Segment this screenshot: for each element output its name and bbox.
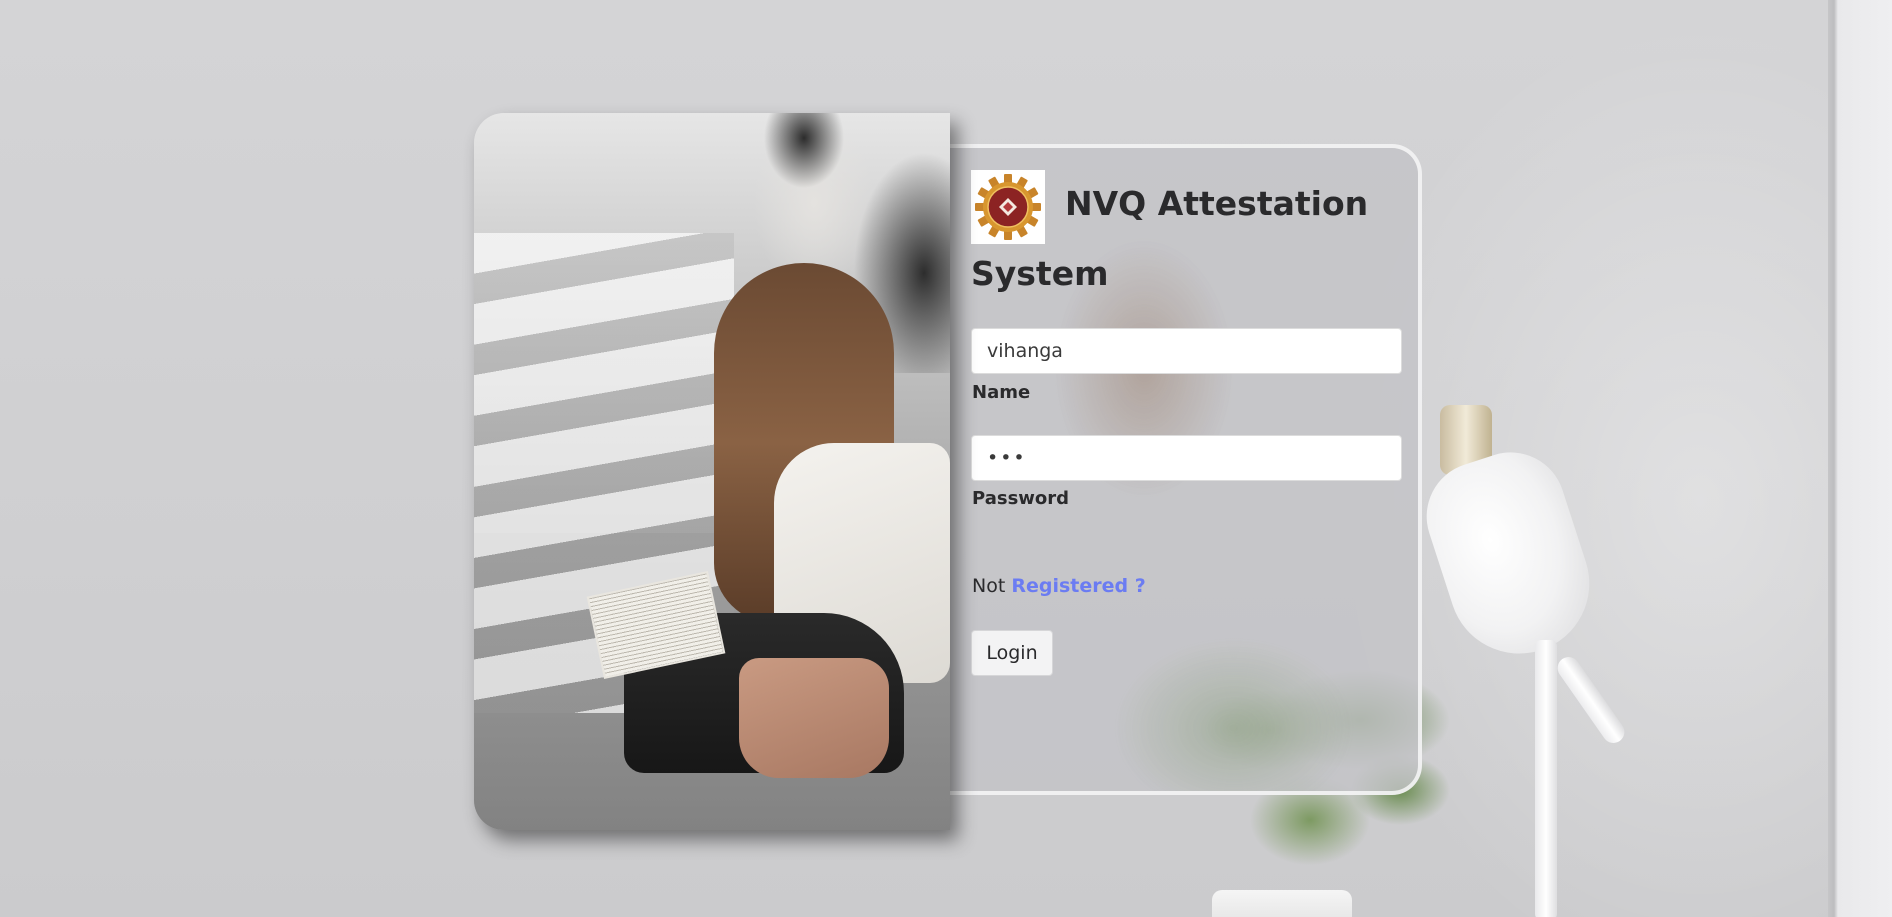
password-label: Password <box>972 488 1070 509</box>
register-link[interactable]: Registered ? <box>1011 575 1145 597</box>
background-lamp-arm <box>1553 652 1629 748</box>
page-title-continued: System <box>971 254 1109 293</box>
password-input[interactable] <box>971 435 1402 481</box>
background-scene: NVQ Attestation System Name Password Not… <box>0 0 1892 917</box>
name-label: Name <box>972 382 1031 403</box>
gear-emblem-logo-icon <box>971 170 1045 244</box>
register-prefix-text: Not <box>972 575 1006 597</box>
name-input[interactable] <box>971 328 1402 374</box>
login-panel: NVQ Attestation System Name Password Not… <box>930 144 1422 795</box>
background-lamp-pole <box>1535 640 1557 917</box>
page-title: NVQ Attestation <box>1065 184 1369 223</box>
side-photo <box>474 113 950 830</box>
photo-bag <box>739 658 889 778</box>
background-plant-pot <box>1212 890 1352 917</box>
login-button[interactable]: Login <box>971 630 1053 676</box>
register-prompt: Not Registered ? <box>972 575 1146 597</box>
background-lamp-shade <box>1412 438 1608 672</box>
background-wall-edge <box>1828 0 1892 917</box>
